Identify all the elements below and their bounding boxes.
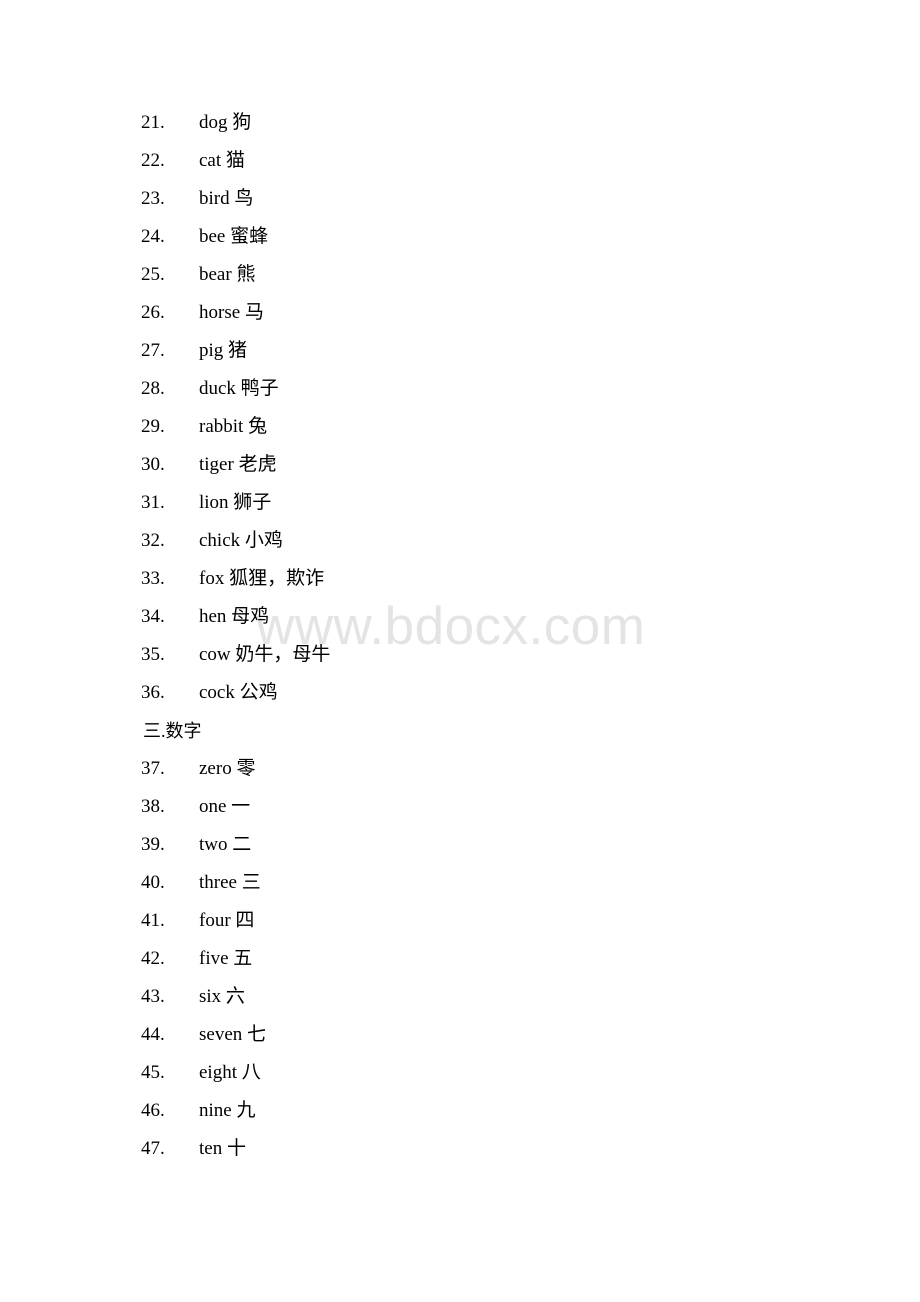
list-item: 44. seven 七 [0,1016,920,1054]
list-item-index: 42. [141,948,165,969]
list-item: 22. cat 猫 [0,142,920,180]
list-item-index: 31. [141,492,165,513]
list-item-term: bee 蜜蜂 [199,226,269,247]
list-item-index: 32. [141,530,165,551]
list-item-index: 26. [141,302,165,323]
list-item-term: eight 八 [199,1062,261,1083]
list-item: 45. eight 八 [0,1054,920,1092]
vocabulary-list: 21. dog 狗 22. cat 猫 23. bird 鸟 24. bee 蜜蜂 25. bea… [0,104,920,1168]
list-item-term: pig 猪 [199,340,248,361]
list-item: 42. five 五 [0,940,920,978]
list-item-term: zero 零 [199,758,256,779]
list-item-term: dog 狗 [199,112,252,133]
list-item-term: chick 小鸡 [199,530,283,551]
list-item-term: three 三 [199,872,261,893]
list-item-index: 34. [141,606,165,627]
list-item: 24. bee 蜜蜂 [0,218,920,256]
list-item-index: 40. [141,872,165,893]
list-item-index: 45. [141,1062,165,1083]
list-item: 38. one 一 [0,788,920,826]
list-item: 46. nine 九 [0,1092,920,1130]
list-item-term: lion 狮子 [199,492,272,513]
document-page: www.bdocx.com 21. dog 狗 22. cat 猫 23. bird 鸟2… [0,0,920,1302]
list-item-index: 39. [141,834,165,855]
list-item-term: two 二 [199,834,252,855]
list-item: 36. cock 公鸡 [0,674,920,712]
list-item: 26. horse 马 [0,294,920,332]
list-item-index: 41. [141,910,165,931]
list-item-index: 21. [141,112,165,133]
list-item-term: four 四 [199,910,255,931]
list-item: 25. bear 熊 [0,256,920,294]
list-item-term: tiger 老虎 [199,454,277,475]
list-item-index: 24. [141,226,165,247]
section-heading: 三.数字 [143,721,202,741]
list-item-term: rabbit 兔 [199,416,268,437]
list-item: 39. two 二 [0,826,920,864]
list-item: 40. three 三 [0,864,920,902]
list-item-index: 38. [141,796,165,817]
list-item-index: 33. [141,568,165,589]
list-item: 23. bird 鸟 [0,180,920,218]
list-item-index: 43. [141,986,165,1007]
list-item-term: bear 熊 [199,264,256,285]
list-item: 27. pig 猪 [0,332,920,370]
list-item-term: one 一 [199,796,251,817]
list-item: 32. chick 小鸡 [0,522,920,560]
list-item-index: 37. [141,758,165,779]
list-item: 43. six 六 [0,978,920,1016]
list-item-term: six 六 [199,986,245,1007]
list-item-index: 44. [141,1024,165,1045]
list-item-index: 22. [141,150,165,171]
list-item: 21. dog 狗 [0,104,920,142]
list-item-term: ten 十 [199,1138,246,1159]
list-item-index: 25. [141,264,165,285]
list-item-term: cat 猫 [199,150,245,171]
list-item-term: nine 九 [199,1100,256,1121]
list-item-index: 23. [141,188,165,209]
list-item-term: five 五 [199,948,253,969]
list-item: 41. four 四 [0,902,920,940]
list-item-term: horse 马 [199,302,264,323]
list-item: 28. duck 鸭子 [0,370,920,408]
list-item: 30. tiger 老虎 [0,446,920,484]
list-item: 47. ten 十 [0,1130,920,1168]
list-item-index: 28. [141,378,165,399]
list-item: 31. lion 狮子 [0,484,920,522]
list-item-term: bird 鸟 [199,188,254,209]
list-item: 35. cow 奶牛，母牛 [0,636,920,674]
list-item-term: fox 狐狸，欺诈 [199,568,325,589]
list-item: 33. fox 狐狸，欺诈 [0,560,920,598]
list-item-term: hen 母鸡 [199,606,270,627]
list-item-index: 46. [141,1100,165,1121]
list-item-index: 36. [141,682,165,703]
list-item-index: 29. [141,416,165,437]
list-item: 34. hen 母鸡 [0,598,920,636]
list-item-index: 35. [141,644,165,665]
list-item-term: duck 鸭子 [199,378,279,399]
list-item: 29. rabbit 兔 [0,408,920,446]
list-item-index: 27. [141,340,165,361]
list-item: 37. zero 零 [0,750,920,788]
list-item-index: 47. [141,1138,165,1159]
list-item-term: seven 七 [199,1024,267,1045]
list-item-term: cock 公鸡 [199,682,278,703]
document-body: 21. dog 狗 22. cat 猫 23. bird 鸟 24. bee 蜜蜂 25. bea… [0,104,920,1168]
list-item-index: 30. [141,454,165,475]
list-item-term: cow 奶牛，母牛 [199,644,331,665]
